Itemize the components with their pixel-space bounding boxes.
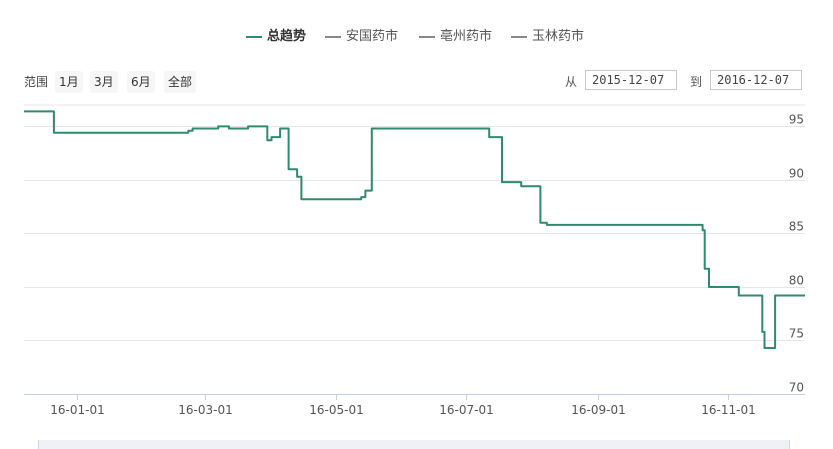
x-tick-label: 16-11-01 — [701, 403, 755, 417]
x-tick-label: 16-05-01 — [309, 403, 363, 417]
x-tick-label: 16-07-01 — [439, 403, 493, 417]
x-tick-label: 16-09-01 — [571, 403, 625, 417]
series-line-total-trend — [24, 110, 805, 349]
y-tick-label: 90 — [789, 167, 804, 181]
y-tick-label: 80 — [789, 274, 804, 288]
x-tick-label: 16-01-01 — [50, 403, 104, 417]
price-trend-chart: 70 75 80 85 90 95 16-01-01 16-03-01 16-05-01 16-0… — [24, 104, 805, 417]
y-tick-label: 85 — [789, 220, 804, 234]
x-tick-label: 16-03-01 — [178, 403, 232, 417]
y-tick-label: 70 — [789, 381, 804, 395]
range-navigator[interactable] — [38, 440, 790, 449]
y-tick-label: 75 — [789, 327, 804, 341]
y-tick-label: 95 — [789, 113, 804, 127]
